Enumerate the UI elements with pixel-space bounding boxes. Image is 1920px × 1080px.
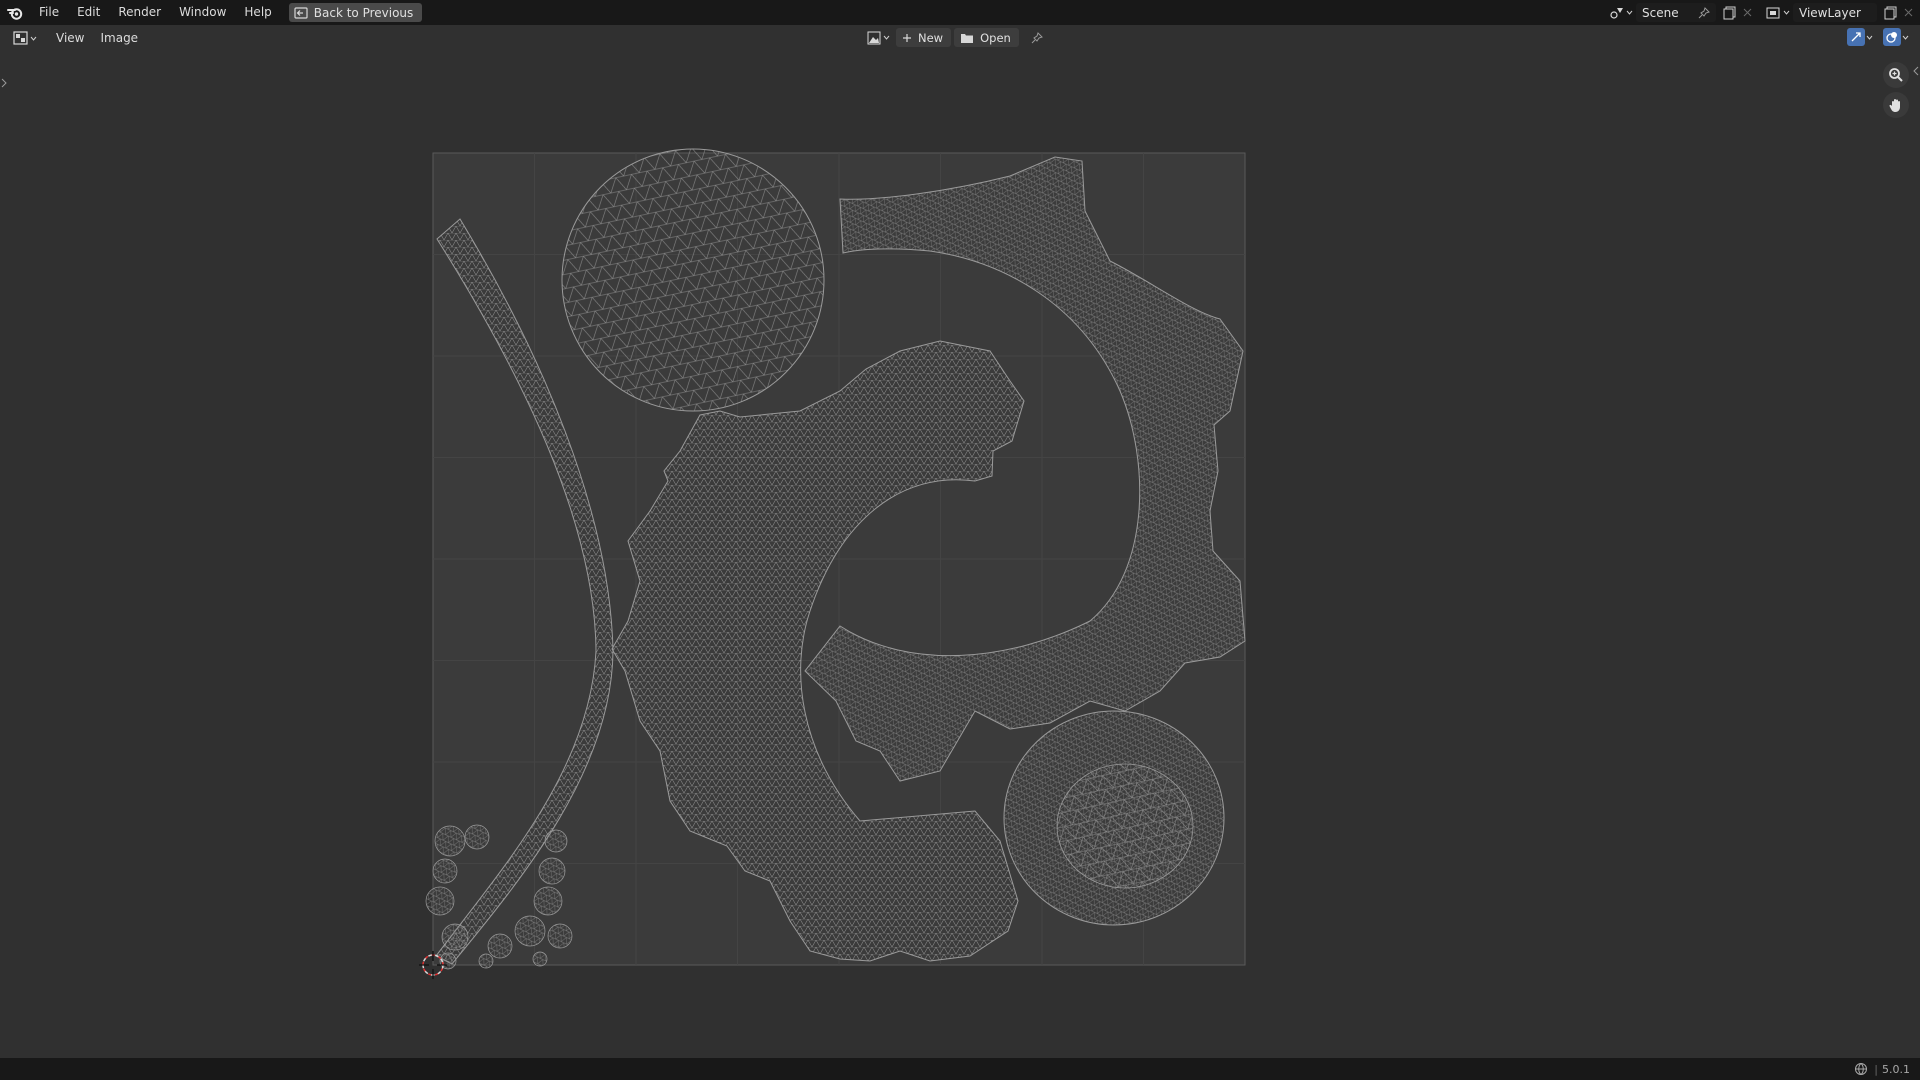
open-image-label: Open xyxy=(980,30,1011,45)
uv-layout xyxy=(419,148,1246,979)
pin-image-button[interactable] xyxy=(1028,31,1046,44)
scene-controls: Scene ViewLayer xyxy=(1606,0,1920,25)
back-to-previous-label: Back to Previous xyxy=(313,5,414,20)
folder-icon xyxy=(960,32,974,44)
menu-render[interactable]: Render xyxy=(109,0,170,25)
editor-menu: View Image xyxy=(48,31,146,45)
open-image-button[interactable]: Open xyxy=(954,28,1019,47)
view-layer-name-field[interactable]: ViewLayer xyxy=(1793,3,1877,22)
duplicate-icon xyxy=(1884,6,1898,20)
editor-type-dropdown[interactable] xyxy=(10,31,40,45)
chevron-down-icon xyxy=(1902,35,1909,40)
scene-name-field[interactable]: Scene xyxy=(1636,3,1716,22)
close-icon xyxy=(1743,8,1752,17)
uv-island-disc xyxy=(561,148,825,412)
header-right-controls xyxy=(1844,28,1912,46)
globe-icon xyxy=(1854,1062,1868,1076)
menu-window[interactable]: Window xyxy=(170,0,235,25)
image-editor-header: View Image New Open xyxy=(0,25,1920,51)
pin-icon[interactable] xyxy=(1698,6,1710,19)
render-layers-icon xyxy=(1766,6,1782,20)
image-editor-icon xyxy=(13,31,29,45)
chevron-down-icon xyxy=(1626,10,1633,15)
top-bar: File Edit Render Window Help Back to Pre… xyxy=(0,0,1920,25)
chevron-down-icon xyxy=(1783,10,1790,15)
scene-name: Scene xyxy=(1642,5,1679,20)
chevron-down-icon xyxy=(30,36,37,41)
image-datablock-controls: New Open xyxy=(864,28,1046,47)
uv-editor-canvas[interactable] xyxy=(0,51,1920,1058)
view-layer-selector-dropdown[interactable] xyxy=(1763,6,1793,20)
version-label: 5.0.1 xyxy=(1882,1062,1910,1076)
duplicate-icon xyxy=(1723,6,1737,20)
menu-image[interactable]: Image xyxy=(92,31,146,45)
gizmo-toggle[interactable] xyxy=(1844,28,1876,46)
pin-icon xyxy=(1031,31,1043,44)
scene-selector-dropdown[interactable] xyxy=(1606,6,1636,20)
plus-icon xyxy=(902,33,912,43)
menu-edit[interactable]: Edit xyxy=(68,0,109,25)
status-bar: | 5.0.1 xyxy=(0,1058,1920,1080)
remove-view-layer-button[interactable] xyxy=(1901,8,1916,17)
menu-help[interactable]: Help xyxy=(235,0,280,25)
gizmo-icon xyxy=(1847,28,1865,46)
view-layer-name: ViewLayer xyxy=(1799,5,1861,20)
status-separator: | xyxy=(1874,1062,1878,1076)
browse-image-dropdown[interactable] xyxy=(864,31,893,45)
new-image-label: New xyxy=(918,30,944,45)
new-scene-button[interactable] xyxy=(1720,6,1740,20)
overlays-toggle[interactable] xyxy=(1880,28,1912,46)
main-menu: File Edit Render Window Help xyxy=(30,0,281,25)
new-view-layer-button[interactable] xyxy=(1881,6,1901,20)
chevron-down-icon xyxy=(1866,35,1873,40)
close-icon xyxy=(1904,8,1913,17)
back-screen-icon xyxy=(294,6,308,19)
remove-scene-button[interactable] xyxy=(1740,8,1755,17)
menu-view[interactable]: View xyxy=(48,31,92,45)
back-to-previous-button[interactable]: Back to Previous xyxy=(288,3,423,22)
blender-logo-icon[interactable] xyxy=(4,2,26,24)
overlays-icon xyxy=(1883,28,1901,46)
chevron-down-icon xyxy=(883,35,890,40)
new-image-button[interactable]: New xyxy=(896,28,952,47)
uv-island-cup-inner xyxy=(1056,763,1194,889)
menu-file[interactable]: File xyxy=(30,0,68,25)
image-browse-icon xyxy=(867,31,882,45)
scene-icon xyxy=(1609,6,1625,20)
